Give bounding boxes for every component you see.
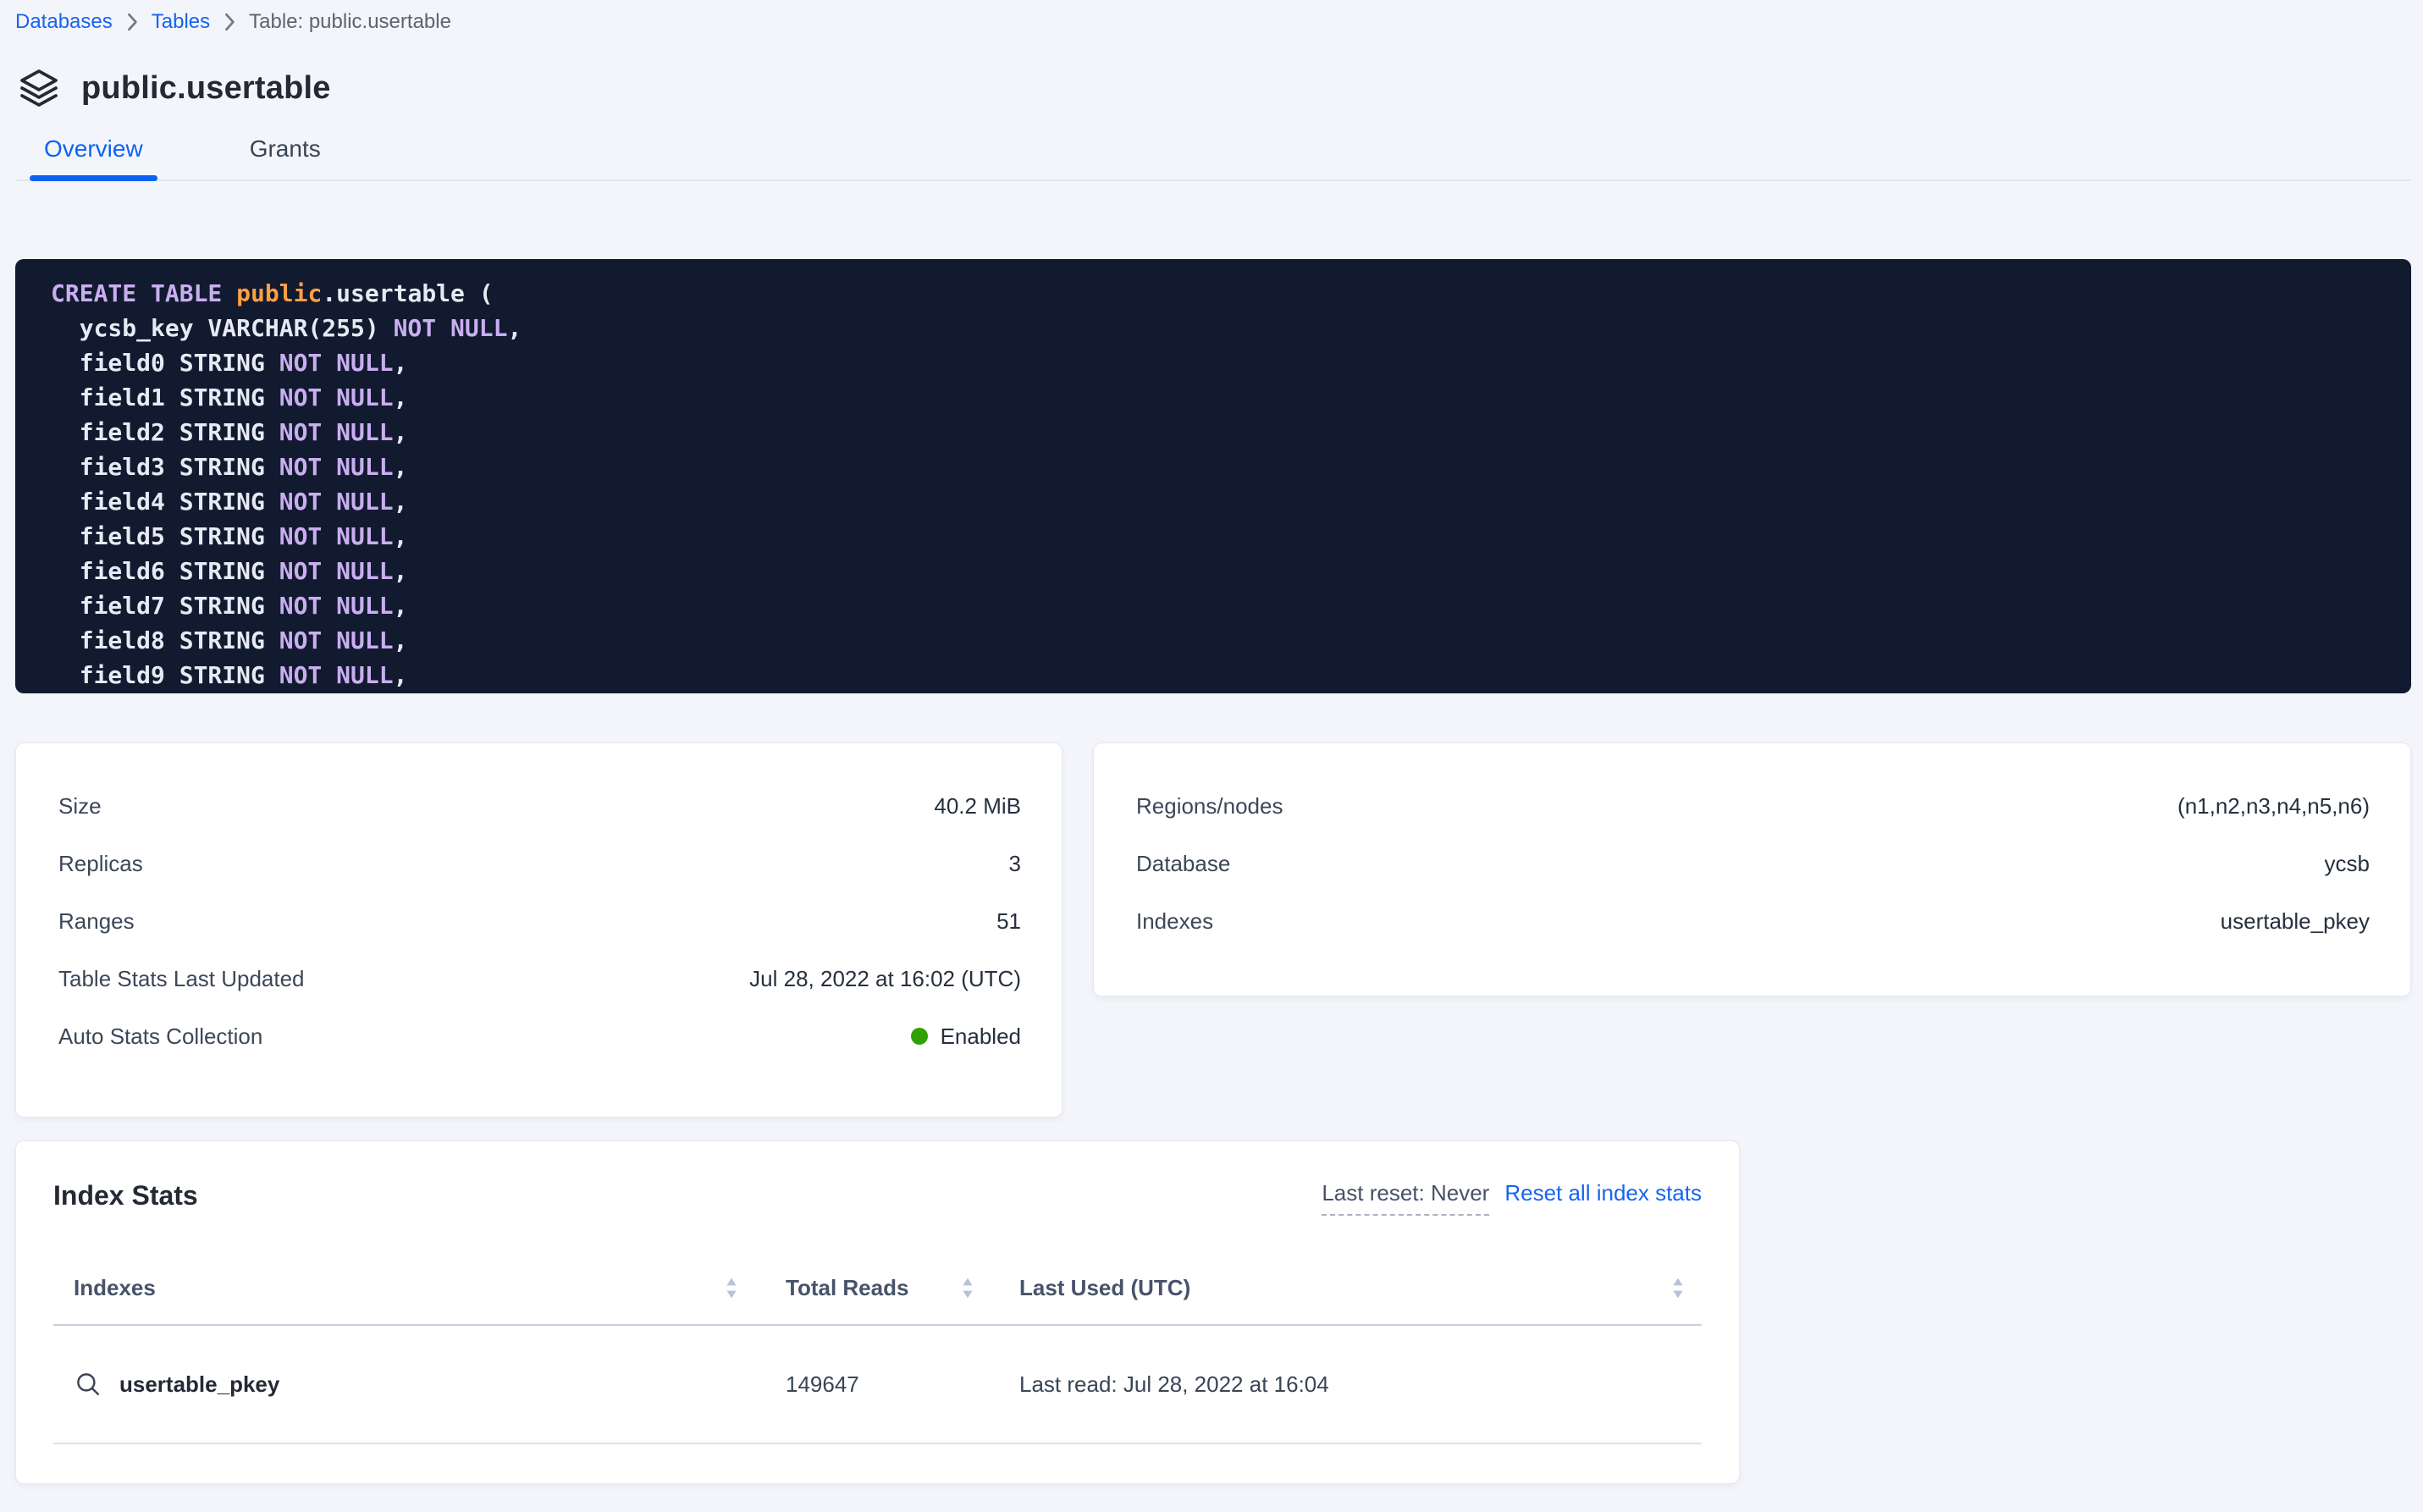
stat-row-database: Database ycsb: [1136, 835, 2370, 892]
index-name-cell[interactable]: usertable_pkey: [53, 1370, 786, 1399]
stat-row-size: Size 40.2 MiB: [58, 777, 1021, 835]
table-stats-card: Size 40.2 MiB Replicas 3 Ranges 51 Table…: [15, 742, 1062, 1117]
total-reads-value: 149647: [786, 1371, 859, 1398]
index-table-header: Indexes Total Reads Last Used (UTC): [53, 1251, 1702, 1326]
stat-label: Ranges: [58, 908, 135, 935]
stat-value: usertable_pkey: [2221, 908, 2370, 935]
create-table-sql-code: CREATE TABLE public.usertable ( ycsb_key…: [15, 259, 2411, 693]
table-stack-icon: [19, 69, 59, 107]
column-header-total-reads[interactable]: Total Reads: [786, 1275, 1019, 1301]
status-text: Enabled: [941, 1024, 1021, 1050]
breadcrumb-link-databases[interactable]: Databases: [15, 10, 113, 34]
reset-all-index-stats-link[interactable]: Reset all index stats: [1504, 1180, 1702, 1206]
breadcrumb-current: Table: public.usertable: [249, 10, 451, 34]
stat-label: Regions/nodes: [1136, 793, 1283, 819]
tab-bar: Overview Grants: [15, 135, 2411, 181]
index-stats-actions: Last reset: Never Reset all index stats: [1322, 1180, 1702, 1216]
total-reads-cell: 149647: [786, 1371, 1019, 1398]
index-table-row: usertable_pkey 149647 Last read: Jul 28,…: [53, 1326, 1702, 1444]
page-title: public.usertable: [81, 70, 331, 107]
stat-row-auto-stats: Auto Stats Collection Enabled: [58, 1007, 1021, 1065]
stat-row-replicas: Replicas 3: [58, 835, 1021, 892]
magnifier-icon: [74, 1370, 102, 1399]
status-dot-green: [911, 1028, 928, 1045]
sort-icon: [962, 1277, 974, 1300]
column-header-indexes[interactable]: Indexes: [53, 1275, 786, 1301]
index-stats-card: Index Stats Last reset: Never Reset all …: [15, 1140, 1740, 1484]
table-detail-page: Databases Tables Table: public.usertable…: [0, 0, 2423, 1512]
stat-label: Database: [1136, 851, 1230, 877]
stat-row-ranges: Ranges 51: [58, 892, 1021, 950]
stat-label: Indexes: [1136, 908, 1213, 935]
chevron-right-icon: [224, 13, 235, 31]
column-label: Indexes: [74, 1275, 156, 1301]
chevron-right-icon: [126, 13, 138, 31]
stat-value: Enabled: [911, 1024, 1021, 1050]
stat-value: 40.2 MiB: [934, 793, 1021, 819]
last-reset-label[interactable]: Last reset: Never: [1322, 1180, 1489, 1216]
stat-value: ycsb: [2325, 851, 2370, 877]
column-header-last-used[interactable]: Last Used (UTC): [1019, 1275, 1702, 1301]
tab-grants[interactable]: Grants: [235, 135, 335, 179]
table-meta-card: Regions/nodes (n1,n2,n3,n4,n5,n6) Databa…: [1093, 742, 2411, 996]
stat-label: Replicas: [58, 851, 143, 877]
column-label: Total Reads: [786, 1275, 908, 1301]
breadcrumb-link-tables[interactable]: Tables: [152, 10, 210, 34]
stat-label: Table Stats Last Updated: [58, 966, 305, 992]
stat-label: Auto Stats Collection: [58, 1024, 262, 1050]
last-used-value: Last read: Jul 28, 2022 at 16:04: [1019, 1371, 1329, 1398]
stat-value: 3: [1009, 851, 1021, 877]
last-used-cell: Last read: Jul 28, 2022 at 16:04: [1019, 1371, 1702, 1398]
breadcrumb: Databases Tables Table: public.usertable: [15, 10, 2411, 34]
column-label: Last Used (UTC): [1019, 1275, 1190, 1301]
stats-cards-row: Size 40.2 MiB Replicas 3 Ranges 51 Table…: [15, 742, 2411, 1117]
stat-row-indexes: Indexes usertable_pkey: [1136, 892, 2370, 950]
tab-overview[interactable]: Overview: [30, 135, 157, 179]
stat-row-regions-nodes: Regions/nodes (n1,n2,n3,n4,n5,n6): [1136, 777, 2370, 835]
sort-icon: [1672, 1277, 1684, 1300]
stat-label: Size: [58, 793, 102, 819]
sort-icon: [726, 1277, 737, 1300]
page-header: public.usertable: [15, 69, 2411, 107]
index-stats-header: Index Stats Last reset: Never Reset all …: [53, 1180, 1702, 1216]
index-stats-title: Index Stats: [53, 1180, 198, 1211]
index-name: usertable_pkey: [119, 1371, 279, 1398]
stat-row-stats-last-updated: Table Stats Last Updated Jul 28, 2022 at…: [58, 950, 1021, 1007]
stat-value: 51: [996, 908, 1021, 935]
stat-value: Jul 28, 2022 at 16:02 (UTC): [749, 966, 1021, 992]
stat-value: (n1,n2,n3,n4,n5,n6): [2177, 793, 2370, 819]
